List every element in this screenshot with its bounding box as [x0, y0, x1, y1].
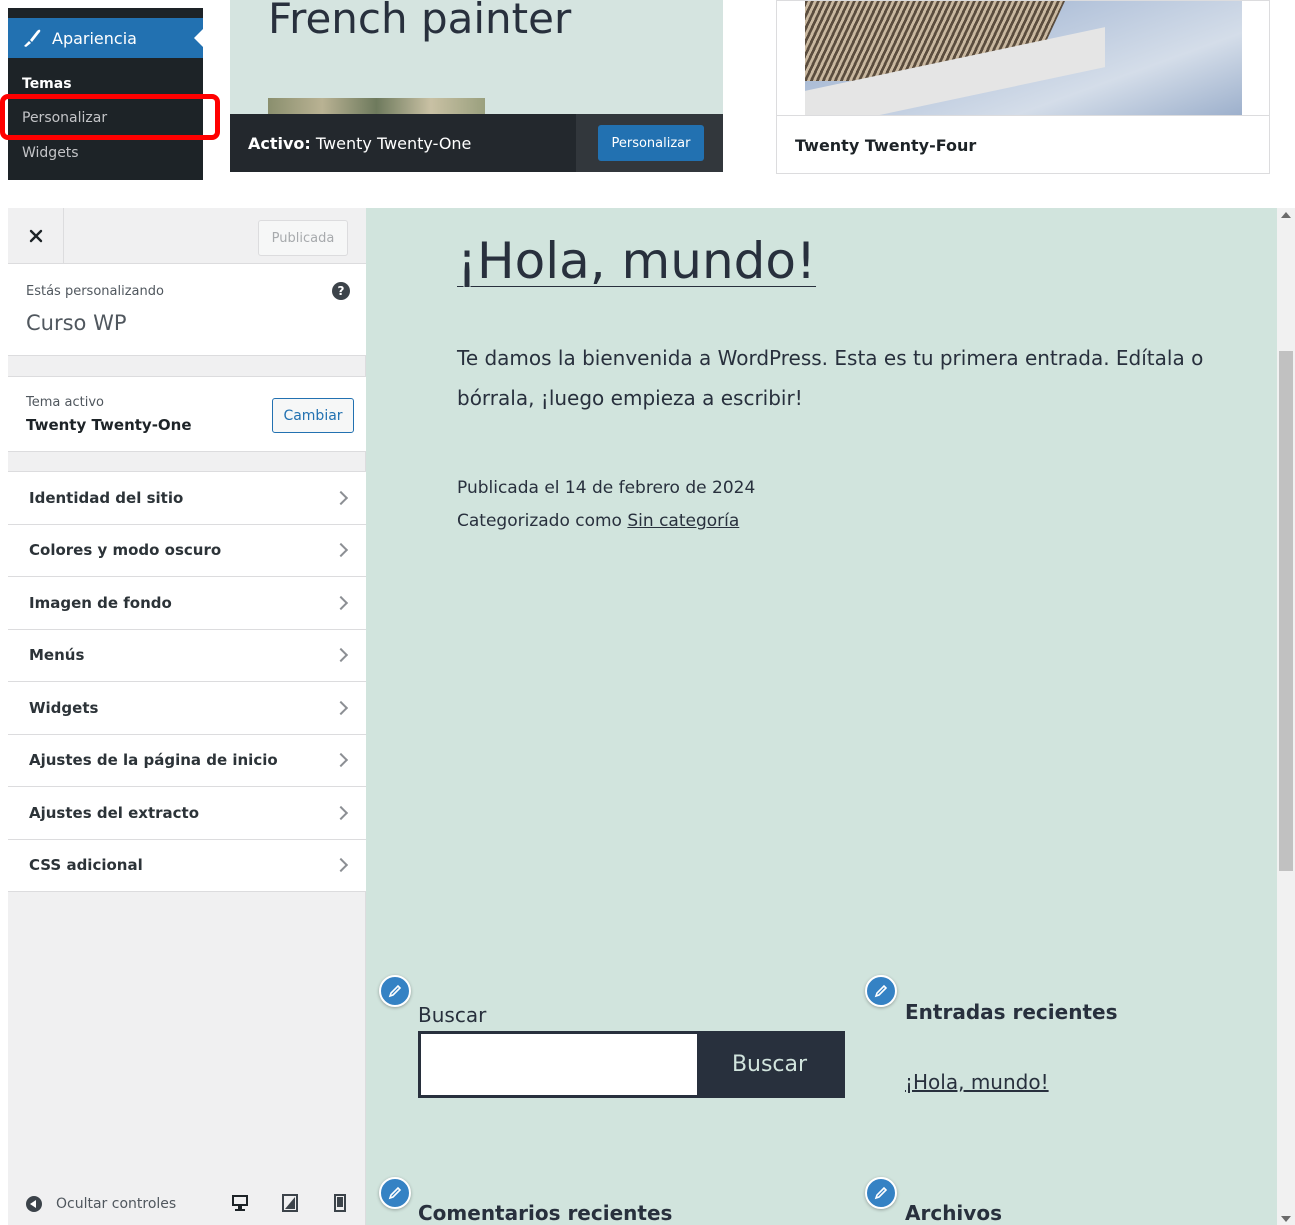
theme-screenshot-image [805, 1, 1242, 115]
themes-page-strip: Apariencia Temas Personalizar Widgets Fr… [0, 0, 1295, 182]
pencil-icon [388, 1186, 402, 1200]
preview-scrollbar[interactable] [1277, 208, 1295, 1225]
mobile-icon [334, 1194, 346, 1212]
customizer-sidebar: Publicada Estás personalizando Curso WP … [8, 208, 366, 1225]
panel-label: Imagen de fondo [29, 593, 172, 612]
panel-widgets[interactable]: Widgets [8, 682, 366, 735]
archives-heading: Archivos [905, 1201, 1002, 1225]
panel-colores-y-modo-oscuro[interactable]: Colores y modo oscuro [8, 525, 366, 577]
help-icon[interactable]: ? [332, 282, 350, 300]
hide-controls-label: Ocultar controles [56, 1196, 177, 1212]
edit-widget-search-button[interactable] [379, 975, 411, 1007]
edit-widget-recent-comments-button[interactable] [379, 1177, 411, 1209]
theme-card-twenty-twenty-four[interactable]: Twenty Twenty-Four [776, 0, 1270, 174]
theme-screenshot-heading: French painter [268, 0, 572, 43]
active-theme-label: Tema activo [26, 395, 104, 410]
category-prefix: Categorizado como [457, 511, 622, 531]
theme-card-active[interactable]: French painter Activo: Twenty Twenty-One… [230, 0, 723, 172]
search-widget-label: Buscar [418, 1003, 487, 1027]
menu-item-apariencia-label: Apariencia [52, 28, 137, 48]
scrollbar-thumb[interactable] [1279, 351, 1293, 871]
pencil-icon [874, 984, 888, 998]
post-title-link[interactable]: ¡Hola, mundo! [457, 232, 816, 290]
active-prefix: Activo: [248, 133, 311, 153]
panel-css-adicional[interactable]: CSS adicional [8, 840, 366, 892]
panel-identidad-del-sitio[interactable]: Identidad del sitio [8, 472, 366, 525]
desktop-preview-button[interactable] [230, 1193, 250, 1213]
chevron-right-icon [333, 805, 349, 820]
panel-label: Menús [29, 646, 85, 665]
panel-label: Colores y modo oscuro [29, 541, 222, 560]
customize-theme-button[interactable]: Personalizar [598, 125, 704, 161]
submenu-temas[interactable]: Temas [22, 76, 72, 92]
chevron-right-icon [333, 753, 349, 768]
highlight-box [0, 94, 220, 140]
chevron-right-icon [333, 700, 349, 715]
mobile-preview-button[interactable] [330, 1193, 350, 1213]
active-theme-label: Activo: Twenty Twenty-One [230, 134, 471, 153]
panel-menus[interactable]: Menús [8, 630, 366, 682]
customizer-footer: Ocultar controles [8, 1183, 366, 1225]
post-content: Te damos la bienvenida a WordPress. Esta… [457, 346, 1204, 410]
active-theme-bar: Activo: Twenty Twenty-One Personalizar [230, 114, 723, 172]
active-theme-name: Twenty Twenty-One [315, 133, 472, 153]
chevron-right-icon [333, 490, 349, 505]
panel-ajustes-extracto[interactable]: Ajustes del extracto [8, 787, 366, 840]
search-input[interactable] [421, 1034, 697, 1095]
close-customizer-button[interactable] [8, 208, 64, 264]
panel-label: Ajustes de la página de inicio [29, 751, 278, 770]
scroll-down-arrow-icon[interactable] [1281, 1216, 1291, 1222]
site-preview: ¡Hola, mundo! Te damos la bienvenida a W… [366, 208, 1277, 1225]
pencil-icon [388, 984, 402, 998]
panel-label: Widgets [29, 698, 99, 717]
theme-name: Twenty Twenty-Four [777, 115, 1269, 173]
hide-controls-button[interactable]: Ocultar controles [8, 1196, 176, 1212]
chevron-right-icon [333, 858, 349, 873]
customizer-panels: Identidad del sitio Colores y modo oscur… [8, 471, 366, 892]
chevron-right-icon [333, 543, 349, 558]
site-title: Curso WP [26, 311, 127, 335]
paintbrush-icon [24, 29, 41, 47]
post-date: Publicada el 14 de febrero de 2024 [457, 478, 756, 498]
publish-button[interactable]: Publicada [258, 220, 348, 256]
change-theme-button[interactable]: Cambiar [272, 398, 354, 433]
submenu-widgets[interactable]: Widgets [22, 145, 79, 161]
chevron-right-icon [333, 648, 349, 663]
recent-post-link[interactable]: ¡Hola, mundo! [905, 1070, 1049, 1094]
desktop-icon [232, 1195, 248, 1211]
tablet-preview-button[interactable] [280, 1193, 300, 1213]
collapse-icon [26, 1196, 42, 1212]
customizer-info: Estás personalizando Curso WP ? [8, 264, 366, 356]
panel-imagen-de-fondo[interactable]: Imagen de fondo [8, 577, 366, 630]
panel-label: Identidad del sitio [29, 488, 184, 507]
chevron-right-icon [333, 595, 349, 610]
customizing-label: Estás personalizando [26, 284, 164, 299]
customizer-header: Publicada [8, 208, 366, 264]
post-category: Categorizado como Sin categoría [457, 511, 739, 531]
search-form: Buscar [418, 1031, 845, 1098]
close-icon [29, 229, 42, 243]
pencil-icon [874, 1186, 888, 1200]
active-theme-section: Tema activo Twenty Twenty-One Cambiar [8, 376, 366, 452]
menu-item-apariencia[interactable]: Apariencia [8, 18, 203, 58]
edit-widget-archives-button[interactable] [865, 1177, 897, 1209]
current-menu-arrow [194, 29, 203, 47]
recent-posts-heading: Entradas recientes [905, 1000, 1118, 1024]
customizer: Publicada Estás personalizando Curso WP … [0, 208, 1295, 1225]
edit-widget-recent-posts-button[interactable] [865, 975, 897, 1007]
active-theme-name: Twenty Twenty-One [26, 416, 192, 434]
search-button[interactable]: Buscar [697, 1034, 842, 1095]
recent-comments-heading: Comentarios recientes [418, 1201, 673, 1225]
panel-label: CSS adicional [29, 856, 143, 875]
panel-label: Ajustes del extracto [29, 803, 200, 822]
category-link[interactable]: Sin categoría [627, 511, 739, 531]
tablet-icon [282, 1194, 298, 1212]
panel-ajustes-pagina-inicio[interactable]: Ajustes de la página de inicio [8, 735, 366, 787]
scroll-up-arrow-icon[interactable] [1281, 212, 1291, 218]
